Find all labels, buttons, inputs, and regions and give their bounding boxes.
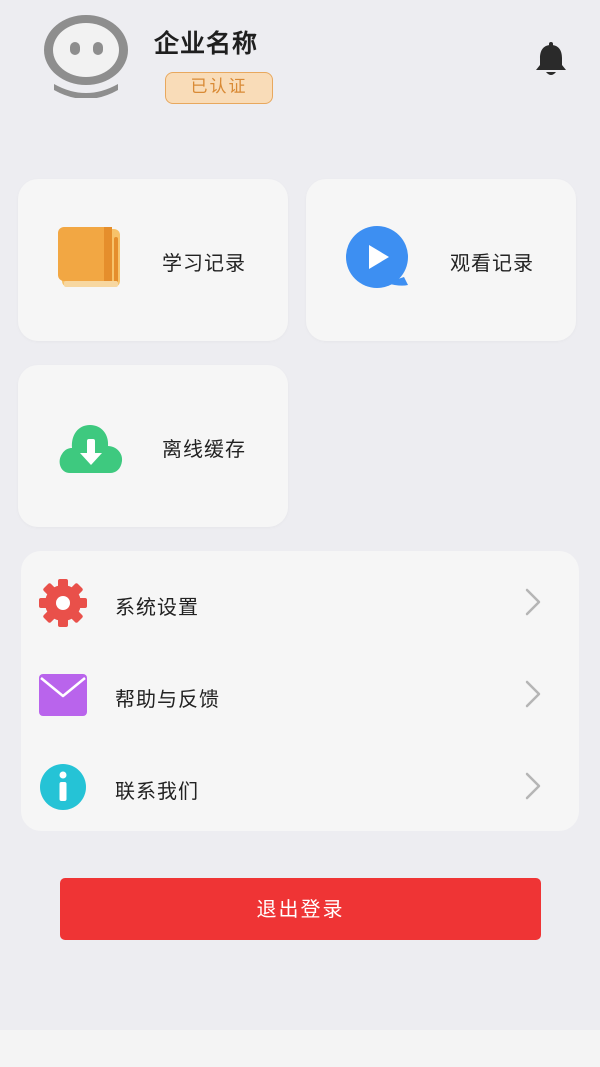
menu-item-label: 联系我们 [115,779,199,803]
book-icon [56,223,126,293]
menu-item-label: 系统设置 [115,595,199,619]
chevron-right-icon [523,679,543,709]
menu-item-label: 帮助与反馈 [115,687,220,711]
bottom-strip [0,1030,600,1067]
robot-avatar-icon [44,15,128,99]
gear-icon [38,578,88,628]
play-icon [344,223,414,293]
avatar[interactable] [40,10,132,99]
offline-cache-label: 离线缓存 [162,437,246,461]
info-icon [38,762,88,812]
chevron-right-icon [523,771,543,801]
bell-icon [536,42,566,75]
watch-records-label: 观看记录 [450,251,534,275]
profile-header: 企业名称 已认证 [0,0,600,130]
notification-button[interactable] [534,40,568,78]
offline-cache-card[interactable]: 离线缓存 [18,365,288,527]
watch-records-card[interactable]: 观看记录 [306,179,576,341]
company-name: 企业名称 [154,29,259,58]
menu-item-system-settings[interactable]: 系统设置 [21,555,579,647]
study-records-label: 学习记录 [162,251,246,275]
cloud-download-icon [56,409,126,479]
chevron-right-icon [523,587,543,617]
mail-icon [38,670,88,720]
menu-item-contact-us[interactable]: 联系我们 [21,739,579,831]
study-records-card[interactable]: 学习记录 [18,179,288,341]
menu-item-help-feedback[interactable]: 帮助与反馈 [21,647,579,739]
verified-badge: 已认证 [165,72,273,104]
settings-menu: 系统设置 帮助与反馈 联系我们 [21,551,579,831]
logout-button[interactable]: 退出登录 [60,878,541,940]
